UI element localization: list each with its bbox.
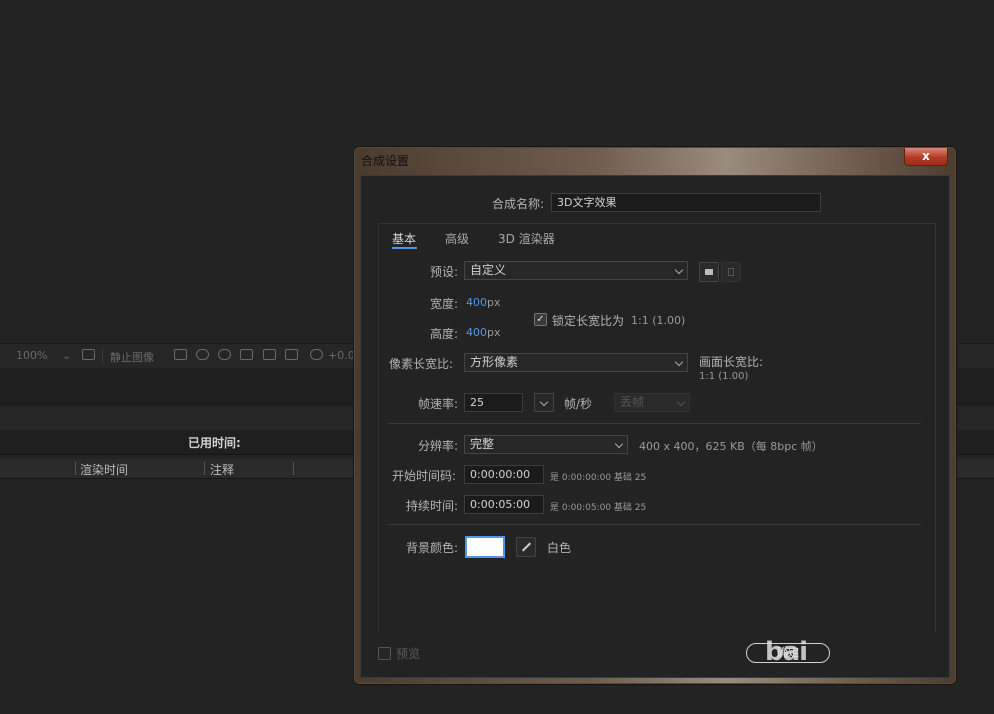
resolution-info: 400 x 400，625 KB（每 8bpc 帧） [639,440,823,453]
start-timecode-note: 是 0:00:00:00 基础 25 [550,473,647,483]
column-render-time[interactable]: 渲染时间 [80,461,128,478]
frame-rate-input[interactable]: 25 [464,393,523,412]
pixel-aspect-label: 像素长宽比: [389,357,454,371]
duration-input[interactable]: 0:00:05:00 [464,495,544,514]
column-divider [75,462,76,475]
composition-settings-dialog: 合成设置 x 合成名称: 3D文字效果 基本 高级 3D 渲染器 预设: 自定义… [354,147,956,684]
frame-rate-label: 帧速率: [418,397,459,411]
bg-color-name: 白色 [547,541,572,555]
duration-note: 是 0:00:05:00 基础 25 [550,503,647,513]
save-preset-button[interactable] [699,262,719,282]
bg-color-swatch[interactable] [465,536,505,558]
camera-icon[interactable] [174,349,187,360]
lock-aspect-checkbox[interactable]: ✓ [534,313,547,326]
dialog-title: 合成设置 [361,154,410,168]
column-divider [204,462,205,475]
dialog-body: 合成名称: 3D文字效果 基本 高级 3D 渲染器 预设: 自定义 宽度: 40… [360,175,950,678]
comp-name-label: 合成名称: [492,197,545,211]
drop-frame-value: 丢帧 [620,395,645,409]
chevron-down-icon[interactable]: ⌄ [62,349,71,362]
elapsed-time-label: 已用时间: [188,436,241,450]
exposure-value[interactable]: +0.0 [328,349,355,362]
delete-preset-button[interactable] [721,262,741,282]
exposure-icon[interactable] [310,349,323,360]
trash-icon [728,268,734,276]
chevron-down-icon [674,265,684,275]
tab-advanced[interactable]: 高级 [445,230,469,247]
frame-aspect-label: 画面长宽比: [699,355,764,369]
resolution-select[interactable]: 完整 [464,435,628,454]
section-divider [388,423,921,424]
lock-aspect-value: 1:1 (1.00) [631,314,686,327]
chevron-down-icon [539,397,549,407]
rgb-icon[interactable] [218,349,231,360]
column-divider [293,462,294,475]
preview-label: 预览 [396,647,421,661]
bg-color-label: 背景颜色: [406,541,459,555]
height-label: 高度: [430,327,459,341]
pixel-aspect-value: 方形像素 [470,355,519,369]
duration-label: 持续时间: [406,499,459,513]
chevron-down-icon [676,397,686,407]
color-channel-icon[interactable] [196,349,209,360]
zoom-select[interactable]: 100% [16,349,47,362]
chevron-down-icon [674,357,684,367]
frame-rate-dropdown[interactable] [534,393,554,412]
resolution-label: 分辨率: [418,439,459,453]
active-tab-indicator [392,247,417,249]
grid-icon[interactable] [82,349,95,360]
width-label: 宽度: [430,297,459,311]
watermark-logo: bai [765,637,808,667]
toolbar-divider [102,348,103,364]
fps-label: 帧/秒 [564,397,593,411]
region-icon[interactable] [240,349,253,360]
settings-panel [378,223,936,633]
frame-aspect-value: 1:1 (1.00) [699,371,749,382]
close-button[interactable]: x [904,148,948,166]
tab-3d-renderer[interactable]: 3D 渲染器 [498,230,555,247]
save-preset-icon [705,269,713,275]
snapshot-label[interactable]: 静止图像 [110,349,154,365]
pixel-aspect-select[interactable]: 方形像素 [464,353,688,372]
section-divider [388,524,921,525]
preset-select[interactable]: 自定义 [464,261,688,280]
chevron-down-icon [614,439,624,449]
preset-label: 预设: [430,265,459,279]
eyedropper-icon [521,542,532,552]
transparency-grid-icon[interactable] [263,349,276,360]
start-timecode-label: 开始时间码: [392,469,457,483]
width-value[interactable]: 400 [466,296,487,309]
preview-checkbox[interactable] [378,647,391,660]
height-unit: px [487,326,501,339]
comp-name-input[interactable]: 3D文字效果 [551,193,821,212]
resolution-value: 完整 [470,437,495,451]
3d-view-icon[interactable] [285,349,298,360]
preset-value: 自定义 [470,263,507,277]
height-value[interactable]: 400 [466,326,487,339]
start-timecode-input[interactable]: 0:00:00:00 [464,465,544,484]
width-unit: px [487,296,501,309]
tab-basic[interactable]: 基本 [392,230,416,247]
drop-frame-select: 丢帧 [614,393,690,412]
column-comment[interactable]: 注释 [210,461,234,478]
lock-aspect-label: 锁定长宽比为 [552,314,625,328]
eyedropper-button[interactable] [516,537,536,557]
